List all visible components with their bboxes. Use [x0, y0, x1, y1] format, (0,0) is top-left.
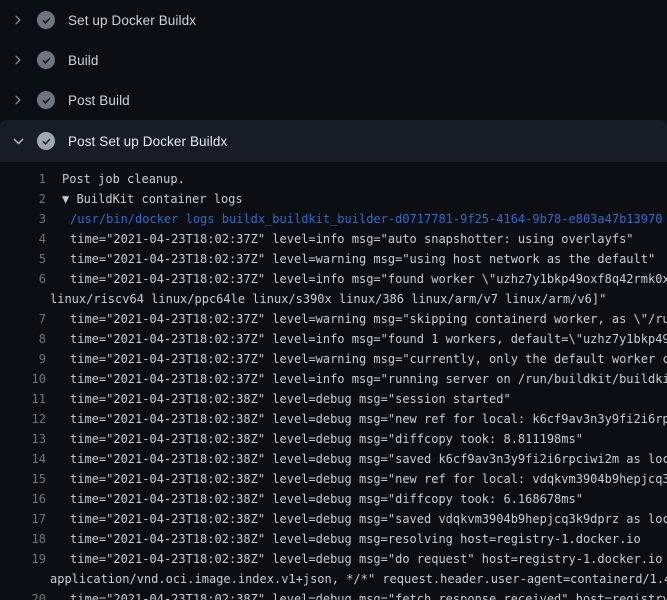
step-success-check-icon	[37, 132, 55, 150]
log-line: 5time="2021-04-23T18:02:37Z" level=warni…	[0, 249, 667, 269]
line-number[interactable]: 1	[0, 169, 46, 189]
line-number[interactable]: 20	[0, 589, 46, 600]
log-text: time="2021-04-23T18:02:37Z" level=info m…	[46, 369, 667, 389]
line-number[interactable]: 11	[0, 389, 46, 409]
line-number[interactable]: 3	[0, 209, 46, 229]
line-number[interactable]: 16	[0, 489, 46, 509]
line-number[interactable]: 10	[0, 369, 46, 389]
line-number[interactable]: 14	[0, 449, 46, 469]
log-text: time="2021-04-23T18:02:38Z" level=debug …	[46, 549, 667, 569]
log-text-wrap: linux/riscv64 linux/ppc64le linux/s390x …	[0, 289, 606, 309]
log-text: time="2021-04-23T18:02:37Z" level=warnin…	[46, 249, 655, 269]
chevron-right-icon	[10, 52, 26, 68]
log-line: 9time="2021-04-23T18:02:37Z" level=warni…	[0, 349, 667, 369]
step-row-build[interactable]: Build	[0, 40, 667, 80]
log-line: 2▼ BuildKit container logs	[0, 189, 667, 209]
log-line: 20time="2021-04-23T18:02:38Z" level=debu…	[0, 589, 667, 600]
log-text: time="2021-04-23T18:02:37Z" level=info m…	[46, 269, 667, 289]
line-number[interactable]: 13	[0, 429, 46, 449]
line-number[interactable]: 17	[0, 509, 46, 529]
group-collapse-icon[interactable]: ▼	[62, 192, 76, 206]
step-label: Set up Docker Buildx	[68, 13, 196, 28]
log-line: 1Post job cleanup.	[0, 169, 667, 189]
line-number[interactable]: 6	[0, 269, 46, 289]
line-number[interactable]: 15	[0, 469, 46, 489]
log-text: time="2021-04-23T18:02:37Z" level=warnin…	[46, 309, 667, 329]
chevron-down-icon	[10, 133, 26, 149]
log-text: time="2021-04-23T18:02:37Z" level=info m…	[46, 329, 667, 349]
log-line: 15time="2021-04-23T18:02:38Z" level=debu…	[0, 469, 667, 489]
log-line: 12time="2021-04-23T18:02:38Z" level=debu…	[0, 409, 667, 429]
log-text: time="2021-04-23T18:02:38Z" level=debug …	[46, 489, 583, 509]
step-expanded-post-setup-docker-buildx: Post Set up Docker Buildx 1Post job clea…	[0, 120, 667, 600]
line-number[interactable]: 8	[0, 329, 46, 349]
line-number[interactable]: 19	[0, 549, 46, 569]
step-success-check-icon	[37, 11, 55, 29]
line-number[interactable]: 7	[0, 309, 46, 329]
log-line: 17time="2021-04-23T18:02:38Z" level=debu…	[0, 509, 667, 529]
group-label: BuildKit container logs	[76, 192, 242, 206]
log-line: 14time="2021-04-23T18:02:38Z" level=debu…	[0, 449, 667, 469]
step-row-setup-docker-buildx[interactable]: Set up Docker Buildx	[0, 0, 667, 40]
log-body: 1Post job cleanup.2▼ BuildKit container …	[0, 162, 667, 600]
log-text: time="2021-04-23T18:02:38Z" level=debug …	[46, 449, 667, 469]
step-label: Post Set up Docker Buildx	[68, 134, 227, 149]
step-success-check-icon	[37, 91, 55, 109]
log-text: Post job cleanup.	[46, 169, 185, 189]
chevron-right-icon	[10, 12, 26, 28]
line-number[interactable]: 12	[0, 409, 46, 429]
log-text: time="2021-04-23T18:02:38Z" level=debug …	[46, 389, 511, 409]
line-number[interactable]: 2	[0, 189, 46, 209]
step-row-post-setup-docker-buildx[interactable]: Post Set up Docker Buildx	[0, 120, 667, 162]
log-line: 11time="2021-04-23T18:02:38Z" level=debu…	[0, 389, 667, 409]
line-number[interactable]: 4	[0, 229, 46, 249]
log-line-wrap: linux/riscv64 linux/ppc64le linux/s390x …	[0, 289, 667, 309]
log-text: time="2021-04-23T18:02:38Z" level=debug …	[46, 429, 583, 449]
log-text: time="2021-04-23T18:02:38Z" level=debug …	[46, 509, 667, 529]
line-number[interactable]: 18	[0, 529, 46, 549]
workflow-step-list: Set up Docker Buildx Build Post Build Po…	[0, 0, 667, 600]
log-text: time="2021-04-23T18:02:38Z" level=debug …	[46, 469, 667, 489]
log-line: 19time="2021-04-23T18:02:38Z" level=debu…	[0, 549, 667, 569]
log-line: 3/usr/bin/docker logs buildx_buildkit_bu…	[0, 209, 667, 229]
log-text: time="2021-04-23T18:02:37Z" level=warnin…	[46, 349, 667, 369]
log-text-wrap: application/vnd.oci.image.index.v1+json,…	[0, 569, 667, 589]
log-group-header: ▼ BuildKit container logs	[46, 189, 243, 209]
step-label: Build	[68, 53, 99, 68]
log-line-wrap: application/vnd.oci.image.index.v1+json,…	[0, 569, 667, 589]
log-line: 16time="2021-04-23T18:02:38Z" level=debu…	[0, 489, 667, 509]
log-text: time="2021-04-23T18:02:38Z" level=debug …	[46, 589, 667, 600]
log-text: time="2021-04-23T18:02:38Z" level=debug …	[46, 529, 641, 549]
line-number[interactable]: 9	[0, 349, 46, 369]
log-line: 10time="2021-04-23T18:02:37Z" level=info…	[0, 369, 667, 389]
line-number[interactable]: 5	[0, 249, 46, 269]
log-line: 18time="2021-04-23T18:02:38Z" level=debu…	[0, 529, 667, 549]
log-command-text: /usr/bin/docker logs buildx_buildkit_bui…	[46, 209, 662, 229]
log-line: 13time="2021-04-23T18:02:38Z" level=debu…	[0, 429, 667, 449]
step-label: Post Build	[68, 93, 130, 108]
step-success-check-icon	[37, 51, 55, 69]
log-text: time="2021-04-23T18:02:37Z" level=info m…	[46, 229, 634, 249]
step-row-post-build[interactable]: Post Build	[0, 80, 667, 120]
chevron-right-icon	[10, 92, 26, 108]
log-line: 4time="2021-04-23T18:02:37Z" level=info …	[0, 229, 667, 249]
log-line: 6time="2021-04-23T18:02:37Z" level=info …	[0, 269, 667, 289]
log-line: 7time="2021-04-23T18:02:37Z" level=warni…	[0, 309, 667, 329]
log-line: 8time="2021-04-23T18:02:37Z" level=info …	[0, 329, 667, 349]
log-text: time="2021-04-23T18:02:38Z" level=debug …	[46, 409, 667, 429]
